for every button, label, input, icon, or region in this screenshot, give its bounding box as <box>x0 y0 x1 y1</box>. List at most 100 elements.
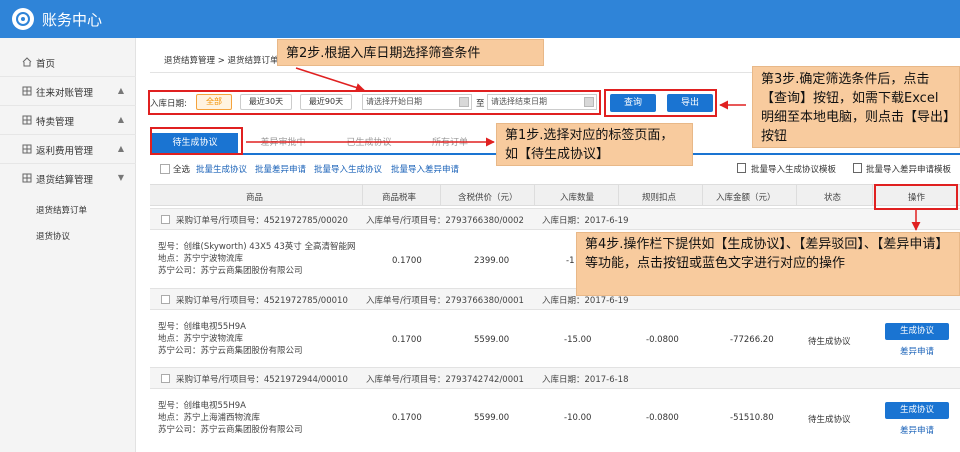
buttons-highlight <box>604 89 717 117</box>
quantity-cell: -15.00 <box>564 335 592 345</box>
column-divider <box>440 185 441 205</box>
quantity-cell: -10.00 <box>564 413 592 423</box>
header-amount: 入库金额（元） <box>716 193 776 203</box>
receipt-date: 入库日期：2017-6-19 <box>542 216 629 226</box>
step3-callout: 第3步.确定筛选条件后，点击【查询】按钮，如需下载Excel明细至本地电脑，则点… <box>752 66 960 148</box>
step2-callout: 第2步.根据入库日期选择筛查条件 <box>277 39 544 66</box>
step1-callout: 第1步.选择对应的标签页面，如【待生成协议】 <box>496 123 693 166</box>
product-location: 地点：苏宁宁波物流库 <box>158 254 244 264</box>
sidebar-item-label: 退货结算管理 <box>36 175 94 186</box>
sidebar: 首页 往来对账管理 ▲ 特卖管理 ▲ 返利费用管理 ▲ 退货结算管理 ▼ 退货结… <box>0 38 136 452</box>
template-file-icon <box>853 163 862 173</box>
sidebar-item-label: 返利费用管理 <box>36 146 94 157</box>
grid-icon <box>22 173 32 183</box>
product-company: 苏宁公司：苏宁云商集团股份有限公司 <box>158 425 303 435</box>
product-model: 型号：创维电视55H9A <box>158 322 246 332</box>
receipt-number: 入库单号/行项目号：2793766380/0002 <box>366 216 524 226</box>
product-info: 型号：创维电视55H9A 地点：苏宁上海浦西物流库 苏宁公司：苏宁云商集团股份有… <box>158 400 303 436</box>
tax-rate-cell: 0.1700 <box>392 413 422 423</box>
sidebar-subitem-return-orders[interactable]: 退货结算订单 <box>36 204 87 216</box>
generate-agreement-button[interactable]: 生成协议 <box>885 323 949 340</box>
batch-diff-apply-link[interactable]: 批量差异申请 <box>255 163 306 175</box>
select-all-label[interactable]: 全选 <box>173 163 190 175</box>
batch-generate-link[interactable]: 批量生成协议 <box>196 163 247 175</box>
sidebar-item-rebate[interactable]: 返利费用管理 ▲ <box>0 135 136 164</box>
receipt-date: 入库日期：2017-6-18 <box>542 375 629 385</box>
sidebar-item-label: 首页 <box>36 59 56 70</box>
sidebar-item-label: 往来对账管理 <box>36 88 94 99</box>
po-number: 采购订单号/行项目号：4521972785/00020 <box>176 216 348 226</box>
sidebar-item-return-settlement[interactable]: 退货结算管理 ▼ <box>0 164 136 193</box>
price-cell: 5599.00 <box>474 335 510 345</box>
header-deduction: 规则扣点 <box>642 193 677 203</box>
product-location: 地点：苏宁宁波物流库 <box>158 334 244 344</box>
column-divider <box>872 185 873 205</box>
po-number: 采购订单号/行项目号：4521972944/00010 <box>176 375 348 385</box>
order-group-header: 采购订单号/行项目号：4521972944/00010 入库单号/行项目号：27… <box>150 367 960 389</box>
status-cell: 待生成协议 <box>808 415 851 425</box>
breadcrumb: 退货结算管理 > 退货结算订单 <box>164 56 279 66</box>
tab-generated[interactable]: 已生成协议 <box>334 133 404 153</box>
status-cell: 待生成协议 <box>808 337 851 347</box>
row-checkbox[interactable] <box>161 374 170 383</box>
product-model: 型号：创维(Skyworth) 43X5 43英寸 全高清智能网 <box>158 242 356 252</box>
product-location: 地点：苏宁上海浦西物流库 <box>158 413 261 423</box>
template-generate-link[interactable]: 批量导入生成协议模板 <box>751 163 836 175</box>
row-checkbox[interactable] <box>161 215 170 224</box>
chevron-up-icon: ▲ <box>117 86 124 95</box>
chevron-up-icon: ▲ <box>117 115 124 124</box>
quantity-cell: -1 <box>566 256 575 266</box>
header-product: 商品 <box>246 193 264 203</box>
receipt-number: 入库单号/行项目号：2793766380/0001 <box>366 296 524 306</box>
home-icon <box>22 57 32 67</box>
product-company: 苏宁公司：苏宁云商集团股份有限公司 <box>158 346 303 356</box>
sidebar-item-reconciliation[interactable]: 往来对账管理 ▲ <box>0 77 136 106</box>
sidebar-item-home[interactable]: 首页 <box>0 48 136 77</box>
step1-text: 第1步.选择对应的标签页面，如【待生成协议】 <box>505 128 674 162</box>
grid-icon <box>22 144 32 154</box>
tax-rate-cell: 0.1700 <box>392 335 422 345</box>
column-divider <box>534 185 535 205</box>
product-info: 型号：创维(Skyworth) 43X5 43英寸 全高清智能网 地点：苏宁宁波… <box>158 241 356 277</box>
price-cell: 2399.00 <box>474 256 510 266</box>
diff-apply-link[interactable]: 差异申请 <box>885 424 949 436</box>
template-diff-link[interactable]: 批量导入差异申请模板 <box>866 163 951 175</box>
table-header: 商品 商品税率 含税供价（元） 入库数量 规则扣点 入库金额（元） 状态 操作 <box>150 184 960 206</box>
app-title: 账务中心 <box>42 11 103 29</box>
receipt-number: 入库单号/行项目号：2793742742/0001 <box>366 375 524 385</box>
batch-import-diff-link[interactable]: 批量导入差异申请 <box>391 163 459 175</box>
grid-icon <box>22 115 32 125</box>
column-divider <box>796 185 797 205</box>
step4-text: 第4步.操作栏下提供如【生成协议】、【差异驳回】、【差异申请】等功能，点击按钮或… <box>585 237 949 271</box>
product-company: 苏宁公司：苏宁云商集团股份有限公司 <box>158 266 303 276</box>
filter-highlight <box>148 90 601 115</box>
batch-import-generate-link[interactable]: 批量导入生成协议 <box>314 163 382 175</box>
sidebar-subitem-return-agreements[interactable]: 退货协议 <box>36 230 70 242</box>
po-number: 采购订单号/行项目号：4521972785/00010 <box>176 296 348 306</box>
diff-apply-link[interactable]: 差异申请 <box>885 345 949 357</box>
app-logo-icon <box>12 8 34 30</box>
grid-icon <box>22 86 32 96</box>
select-all-checkbox[interactable] <box>160 164 170 174</box>
row-checkbox[interactable] <box>161 295 170 304</box>
step2-text: 第2步.根据入库日期选择筛查条件 <box>286 46 481 61</box>
tax-rate-cell: 0.1700 <box>392 256 422 266</box>
column-divider <box>362 185 363 205</box>
tab-diff-approval[interactable]: 差异审批中 <box>248 133 318 153</box>
deduction-cell: -0.0800 <box>646 413 679 423</box>
tab-all-orders[interactable]: 所有订单 <box>420 133 480 153</box>
generate-agreement-button[interactable]: 生成协议 <box>885 402 949 419</box>
step3-text: 第3步.确定筛选条件后，点击【查询】按钮，如需下载Excel明细至本地电脑，则点… <box>761 72 950 144</box>
column-divider <box>618 185 619 205</box>
chevron-up-icon: ▲ <box>117 144 124 153</box>
product-info: 型号：创维电视55H9A 地点：苏宁宁波物流库 苏宁公司：苏宁云商集团股份有限公… <box>158 321 303 357</box>
sidebar-item-flash-sale[interactable]: 特卖管理 ▲ <box>0 106 136 135</box>
tab-highlight <box>150 127 243 155</box>
order-group-header: 采购订单号/行项目号：4521972785/00020 入库单号/行项目号：27… <box>150 208 960 230</box>
column-divider <box>702 185 703 205</box>
top-bar: 账务中心 <box>0 0 960 38</box>
header-status: 状态 <box>824 193 842 203</box>
template-file-icon <box>737 163 746 173</box>
chevron-down-icon: ▼ <box>117 173 124 182</box>
price-cell: 5599.00 <box>474 413 510 423</box>
